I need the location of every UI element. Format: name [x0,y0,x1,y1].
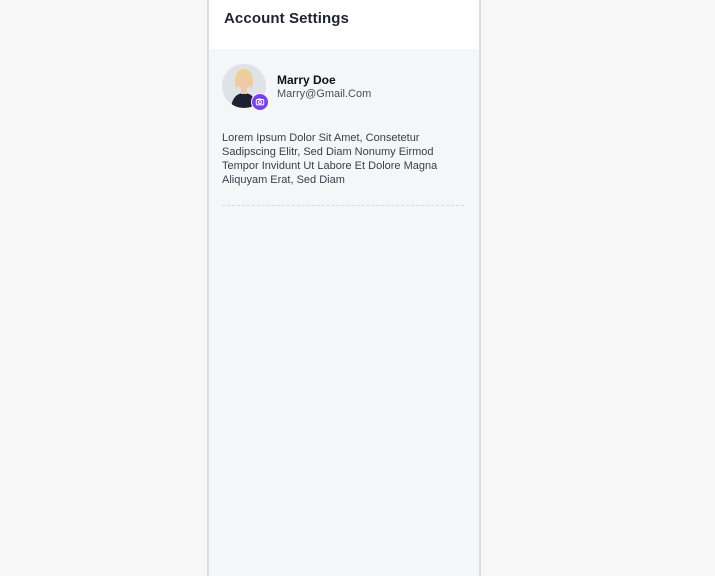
profile-bio: Lorem Ipsum Dolor Sit Amet, Consetetur S… [222,132,438,186]
section-divider [222,205,464,206]
camera-icon [255,98,265,106]
camera-badge-button[interactable] [251,93,269,111]
profile-email: Marry@Gmail.Com [277,88,372,100]
panel-header: Account Settings [209,0,479,49]
avatar-container[interactable] [222,64,269,111]
profile-name: Marry Doe [277,73,336,87]
account-settings-panel: Account Settings Marry Doe Marry@Gmail.C… [207,0,481,576]
app-stage: Account Settings Marry Doe Marry@Gmail.C… [0,0,715,576]
page-title: Account Settings [224,10,349,27]
profile-summary: Marry Doe Marry@Gmail.Com [222,64,462,112]
